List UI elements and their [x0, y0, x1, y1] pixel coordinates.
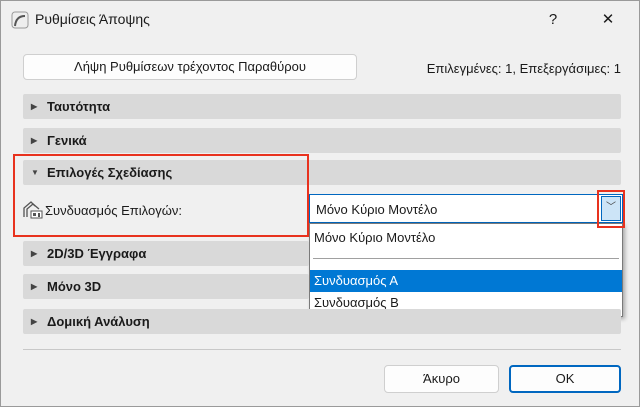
- section-2d3d-documents[interactable]: ▶ 2D/3D Έγγραφα: [23, 241, 309, 266]
- cancel-button[interactable]: Άκυρο: [384, 365, 499, 393]
- dropdown-option[interactable]: Μόνο Κύριο Μοντέλο: [310, 227, 622, 249]
- expand-icon: ▶: [31, 282, 38, 291]
- help-button[interactable]: ?: [538, 7, 568, 33]
- window-title: Ρυθμίσεις Άποψης: [35, 11, 150, 27]
- section-label: 2D/3D Έγγραφα: [47, 246, 147, 261]
- dropdown-option-highlighted[interactable]: Συνδυασμός Α: [310, 270, 622, 292]
- dialog-window: Ρυθμίσεις Άποψης ? ✕ Λήψη Ρυθμίσεων τρέχ…: [0, 0, 640, 407]
- section-general[interactable]: ▶ Γενικά: [23, 128, 621, 153]
- title-bar: Ρυθμίσεις Άποψης ? ✕: [1, 1, 639, 39]
- dropdown-separator: [313, 258, 619, 259]
- dropdown-list: Μόνο Κύριο Μοντέλο Συνδυασμός Α Συνδυασμ…: [309, 223, 623, 317]
- highlight-box-drawing-options: [13, 154, 309, 237]
- section-label: Μόνο 3D: [47, 279, 102, 294]
- expand-icon: ▶: [31, 136, 38, 145]
- footer-divider: [23, 349, 621, 350]
- section-label: Γενικά: [47, 133, 87, 148]
- highlight-box-dropdown-arrow: [597, 190, 625, 228]
- section-label: Δομική Ανάλυση: [47, 314, 150, 329]
- close-button[interactable]: ✕: [593, 7, 623, 33]
- expand-icon: ▶: [31, 102, 38, 111]
- section-identity[interactable]: ▶ Ταυτότητα: [23, 94, 621, 119]
- section-structural-analysis[interactable]: ▶ Δομική Ανάλυση: [23, 309, 621, 334]
- selection-status: Επιλεγμένες: 1, Επεξεργάσιμες: 1: [426, 61, 621, 76]
- expand-icon: ▶: [31, 249, 38, 258]
- section-3d-only[interactable]: ▶ Μόνο 3D: [23, 274, 309, 299]
- get-current-window-settings-button[interactable]: Λήψη Ρυθμίσεων τρέχοντος Παραθύρου: [23, 54, 357, 80]
- options-combination-dropdown[interactable]: Μόνο Κύριο Μοντέλο ﹀: [309, 194, 623, 224]
- dropdown-value: Μόνο Κύριο Μοντέλο: [316, 202, 438, 217]
- section-label: Ταυτότητα: [47, 99, 111, 114]
- expand-icon: ▶: [31, 317, 38, 326]
- ok-button[interactable]: OK: [509, 365, 621, 393]
- app-icon: [11, 11, 29, 29]
